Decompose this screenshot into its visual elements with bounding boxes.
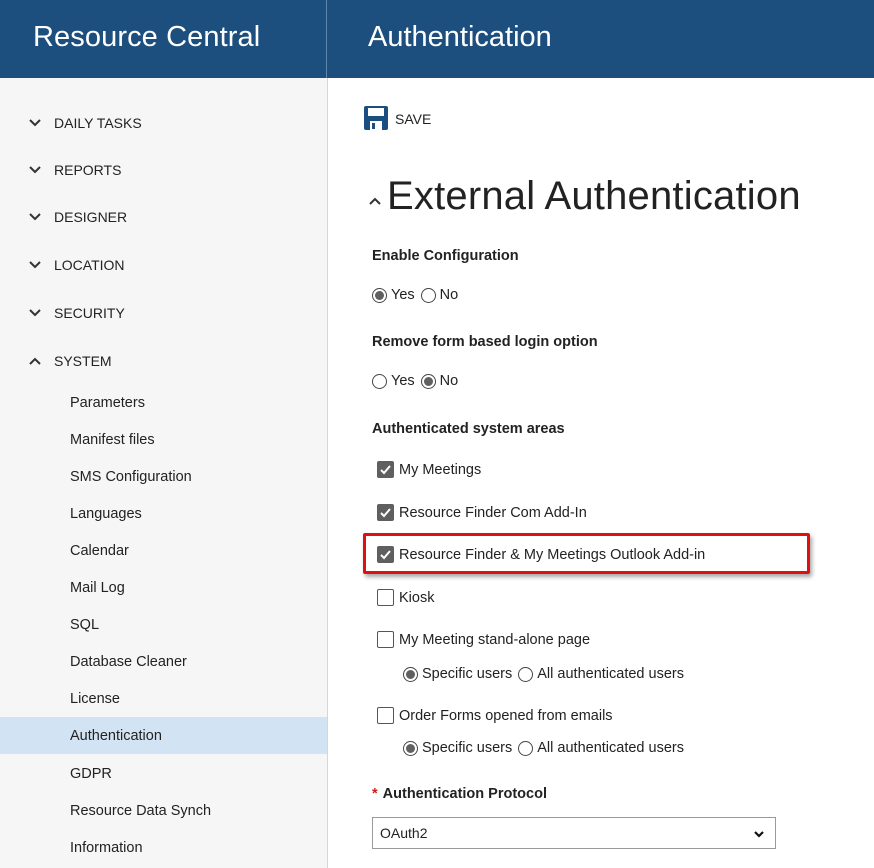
sidebar-section-reports[interactable]: REPORTS [28, 158, 121, 182]
remove-form-login-label: Remove form based login option [372, 334, 598, 350]
app-title: Resource Central [0, 0, 327, 78]
radio-label: Specific users [422, 666, 513, 682]
chevron-down-icon [29, 166, 41, 174]
remove-form-login-yes-radio[interactable] [372, 373, 387, 389]
authenticated-areas-label: Authenticated system areas [372, 421, 565, 437]
chevron-down-icon [29, 309, 41, 317]
radio-label: Yes [391, 373, 415, 389]
checkbox-label: My Meetings [399, 461, 482, 478]
chevron-down-icon [29, 119, 41, 127]
area-kiosk: Kiosk [377, 589, 434, 606]
sidebar-section-designer[interactable]: DESIGNER [28, 205, 127, 229]
chevron-up-icon [29, 357, 41, 365]
standalone-page-checkbox[interactable] [377, 631, 394, 648]
sidebar-item-sql[interactable]: SQL [0, 606, 327, 643]
remove-form-login-options: Yes No [372, 373, 464, 389]
checkmark-icon [380, 508, 391, 518]
sidebar-item-authentication[interactable]: Authentication [0, 717, 327, 754]
select-value: OAuth2 [380, 825, 428, 841]
order-forms-specific-users-radio[interactable] [403, 740, 418, 756]
sidebar-item-license[interactable]: License [0, 680, 327, 717]
checkbox-label: Resource Finder Com Add-In [399, 504, 587, 521]
checkbox-label: Kiosk [399, 589, 435, 606]
sidebar-item-information[interactable]: Information [0, 829, 327, 866]
required-marker: * [372, 786, 378, 802]
sidebar-item-mail-log[interactable]: Mail Log [0, 569, 327, 606]
remove-form-login-no-radio[interactable] [420, 373, 436, 389]
enable-configuration-options: Yes No [372, 287, 464, 303]
sidebar: DAILY TASKS REPORTS DESIGNER LOCATION SE… [0, 78, 328, 868]
sidebar-item-database-cleaner[interactable]: Database Cleaner [0, 643, 327, 680]
chevron-down-icon [29, 261, 41, 269]
enable-configuration-label: Enable Configuration [372, 248, 519, 264]
area-my-meetings: My Meetings [377, 461, 481, 478]
app-window: Resource Central Authentication DAILY TA… [0, 0, 874, 868]
radio-label: All authenticated users [537, 666, 684, 682]
sidebar-section-label: SYSTEM [54, 353, 112, 369]
order-forms-scope-options: Specific users All authenticated users [403, 740, 690, 756]
sidebar-section-system[interactable]: SYSTEM [28, 349, 112, 373]
sidebar-item-gdpr[interactable]: GDPR [0, 755, 327, 792]
checkmark-icon [380, 550, 391, 560]
checkmark-icon [380, 465, 391, 475]
sidebar-item-parameters[interactable]: Parameters [0, 384, 327, 421]
authentication-protocol-label: * Authentication Protocol [372, 786, 547, 802]
sidebar-section-label: DAILY TASKS [54, 115, 142, 131]
sidebar-section-label: SECURITY [54, 305, 125, 321]
sidebar-section-daily-tasks[interactable]: DAILY TASKS [28, 111, 142, 135]
chevron-down-icon [29, 213, 41, 221]
sidebar-item-resource-data-synch[interactable]: Resource Data Synch [0, 792, 327, 829]
sidebar-section-location[interactable]: LOCATION [28, 253, 125, 277]
standalone-all-users-radio[interactable] [518, 666, 534, 682]
enable-configuration-no-radio[interactable] [420, 287, 436, 303]
main-content: SAVE External Authentication Enable Conf… [329, 78, 874, 868]
area-resource-finder-com-addin: Resource Finder Com Add-In [377, 504, 587, 521]
order-forms-checkbox[interactable] [377, 707, 394, 724]
outlook-addin-checkbox[interactable] [377, 546, 394, 563]
resource-finder-com-addin-checkbox[interactable] [377, 504, 394, 521]
radio-label: No [439, 287, 459, 303]
radio-label: No [439, 373, 459, 389]
sidebar-item-languages[interactable]: Languages [0, 495, 327, 532]
area-standalone-page: My Meeting stand-alone page [377, 631, 590, 648]
kiosk-checkbox[interactable] [377, 589, 394, 606]
section-title: External Authentication [387, 174, 801, 218]
area-outlook-addin: Resource Finder & My Meetings Outlook Ad… [377, 546, 705, 563]
sidebar-section-security[interactable]: SECURITY [28, 301, 125, 325]
my-meetings-checkbox[interactable] [377, 461, 394, 478]
sidebar-item-calendar[interactable]: Calendar [0, 532, 327, 569]
checkbox-label: Resource Finder & My Meetings Outlook Ad… [399, 546, 706, 563]
area-order-forms: Order Forms opened from emails [377, 707, 613, 724]
order-forms-all-users-radio[interactable] [518, 740, 534, 756]
authentication-protocol-select[interactable]: OAuth2 [372, 817, 776, 849]
floppy-disk-icon [364, 106, 388, 130]
sidebar-section-label: DESIGNER [54, 209, 128, 225]
radio-label: Specific users [422, 740, 513, 756]
checkbox-label: Order Forms opened from emails [399, 707, 613, 724]
protocol-label-text: Authentication Protocol [382, 786, 547, 802]
sidebar-section-label: LOCATION [54, 257, 125, 273]
section-header-external-authentication[interactable]: External Authentication [367, 174, 801, 219]
page-title: Authentication [368, 21, 552, 53]
standalone-specific-users-radio[interactable] [403, 666, 418, 682]
save-label: SAVE [395, 111, 432, 127]
save-button[interactable]: SAVE [363, 105, 431, 131]
radio-label: Yes [391, 287, 415, 303]
radio-label: All authenticated users [537, 740, 684, 756]
sidebar-item-sms-configuration[interactable]: SMS Configuration [0, 458, 327, 495]
standalone-scope-options: Specific users All authenticated users [403, 666, 690, 682]
chevron-down-icon [754, 831, 764, 838]
sidebar-section-label: REPORTS [54, 162, 122, 178]
checkbox-label: My Meeting stand-alone page [399, 631, 591, 648]
sidebar-item-manifest-files[interactable]: Manifest files [0, 421, 327, 458]
chevron-up-icon [369, 197, 381, 205]
top-header: Resource Central Authentication [0, 0, 874, 78]
enable-configuration-yes-radio[interactable] [372, 287, 387, 303]
